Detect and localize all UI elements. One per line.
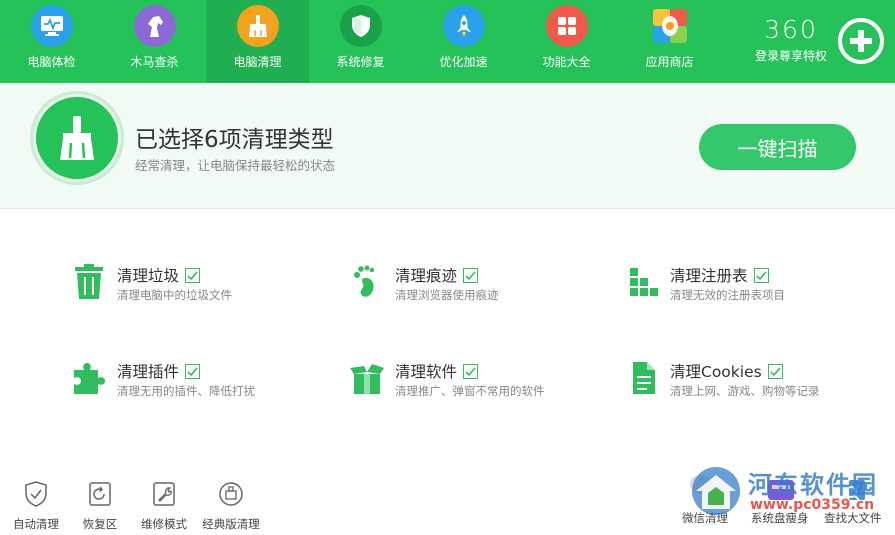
nav-label: 电脑体检: [27, 55, 76, 69]
nav-label: 木马查杀: [130, 55, 179, 69]
classic-cleanup-button[interactable]: 经典版清理: [196, 480, 266, 532]
item-description: 清理无用的插件、降低打扰: [117, 384, 255, 398]
bigfile-icon: [844, 480, 865, 501]
repair-mode-button[interactable]: 维修模式: [129, 480, 199, 532]
tool-label: 恢复区: [82, 517, 118, 531]
item-description: 清理无效的注册表项目: [670, 288, 785, 302]
item-description: 清理推广、弹窗不常用的软件: [395, 384, 545, 398]
tool-label: 查找大文件: [824, 511, 882, 525]
checkbox-checked[interactable]: [185, 268, 201, 283]
auto-clean-button[interactable]: 自动清理: [1, 480, 71, 532]
tool-label: 系统盘瘦身: [751, 511, 809, 525]
plus-button[interactable]: [838, 18, 884, 64]
box-icon: [350, 364, 384, 394]
shield-check-icon: [25, 481, 47, 507]
tool-label: 维修模式: [141, 517, 187, 531]
broom-icon: [60, 116, 94, 160]
tool-label: 自动清理: [13, 517, 59, 531]
restore-area-button[interactable]: 恢复区: [65, 480, 135, 532]
brand-label: 登录尊享特权: [754, 49, 827, 63]
nav-item-trojan-scan[interactable]: 木马查杀: [103, 0, 206, 83]
item-title: 清理注册表: [670, 264, 769, 286]
checkbox-checked[interactable]: [185, 364, 201, 379]
tool-label: 微信清理: [682, 511, 728, 525]
broom-icon: [236, 5, 279, 47]
registry-icon: [630, 268, 658, 296]
puzzle-icon: [74, 363, 105, 394]
checkbox-checked[interactable]: [767, 364, 783, 379]
monitor-icon: [30, 5, 73, 47]
checkbox-checked[interactable]: [753, 268, 769, 283]
classic-icon: [219, 482, 243, 506]
wechat-icon: [690, 475, 720, 498]
nav-item-optimize[interactable]: 优化加速: [412, 0, 515, 83]
item-title: 清理Cookies: [670, 360, 783, 382]
system-disk-slim-button[interactable]: 系统盘瘦身: [751, 470, 809, 526]
item-description: 清理上网、游戏、购物等记录: [670, 384, 820, 398]
nav-label: 功能大全: [542, 55, 591, 69]
page-title: 已选择6项清理类型: [135, 127, 334, 153]
brand-number: 360: [764, 15, 818, 44]
grid-icon: [545, 5, 588, 47]
checkbox-checked[interactable]: [463, 364, 479, 379]
document-icon: [633, 362, 655, 394]
item-title: 清理软件: [395, 360, 479, 382]
wrench-icon: [153, 482, 175, 506]
main-nav: 电脑体检 木马查杀 电脑清理 系统修复 优化加速 功能大全 应用商店: [0, 0, 721, 83]
nav-item-checkup[interactable]: 电脑体检: [0, 0, 103, 83]
find-big-files-button[interactable]: 查找大文件: [824, 470, 882, 526]
horse-icon: [133, 5, 176, 47]
store-icon: [649, 5, 691, 47]
nav-item-system-repair[interactable]: 系统修复: [309, 0, 412, 83]
nav-label: 优化加速: [439, 55, 488, 69]
restore-icon: [89, 482, 111, 506]
nav-item-app-store[interactable]: 应用商店: [618, 0, 721, 83]
clean-item-plugins[interactable]: 清理插件 清理无用的插件、降低打扰: [72, 360, 292, 404]
clean-item-registry[interactable]: 清理注册表 清理无效的注册表项目: [625, 264, 855, 308]
one-click-scan-button[interactable]: 一键扫描: [699, 124, 856, 170]
nav-item-features[interactable]: 功能大全: [515, 0, 618, 83]
item-title: 清理垃圾: [117, 264, 201, 286]
wechat-clean-button[interactable]: 微信清理: [682, 470, 728, 526]
page-subtitle: 经常清理，让电脑保持最轻松的状态: [135, 158, 336, 173]
top-nav-bar: 电脑体检 木马查杀 电脑清理 系统修复 优化加速 功能大全 应用商店 360 登…: [0, 0, 895, 83]
clean-item-cookies[interactable]: 清理Cookies 清理上网、游戏、购物等记录: [625, 360, 865, 404]
shield-icon: [339, 5, 382, 47]
nav-item-cleanup[interactable]: 电脑清理: [206, 0, 309, 83]
footprint-icon: [354, 265, 375, 297]
nav-label: 系统修复: [336, 55, 385, 69]
clean-item-software[interactable]: 清理软件 清理推广、弹窗不常用的软件: [350, 360, 580, 404]
clean-item-junk[interactable]: 清理垃圾 清理电脑中的垃圾文件: [72, 264, 292, 308]
nav-label: 电脑清理: [233, 55, 282, 69]
clean-item-traces[interactable]: 清理痕迹 清理浏览器使用痕迹: [350, 264, 570, 308]
tool-label: 经典版清理: [202, 517, 260, 531]
trash-icon: [75, 264, 103, 299]
item-title: 清理痕迹: [395, 264, 479, 286]
item-description: 清理浏览器使用痕迹: [395, 288, 499, 302]
disk-icon: [767, 480, 794, 500]
login-privilege[interactable]: 360 登录尊享特权: [748, 16, 834, 64]
checkbox-checked[interactable]: [463, 268, 479, 283]
plus-icon: [850, 30, 872, 52]
item-title: 清理插件: [117, 360, 201, 382]
item-description: 清理电脑中的垃圾文件: [117, 288, 232, 302]
nav-label: 应用商店: [645, 55, 694, 69]
rocket-icon: [442, 5, 485, 47]
cleanup-badge: [36, 97, 118, 179]
